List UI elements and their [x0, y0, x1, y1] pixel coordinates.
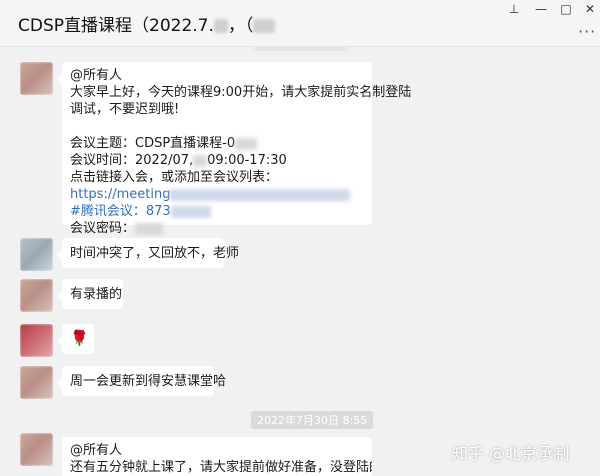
meeting-link[interactable]: https://meeting — [70, 187, 170, 202]
avatar[interactable] — [20, 279, 53, 312]
timestamp: 2022年7月30日 8:55 — [251, 411, 374, 429]
title-redaction-2 — [253, 19, 276, 33]
avatar[interactable] — [20, 433, 53, 466]
meeting-id-link[interactable]: #腾讯会议：873 — [70, 204, 171, 219]
close-button[interactable]: ✕ — [582, 2, 598, 16]
avatar[interactable] — [20, 366, 53, 399]
message-bubble[interactable]: @所有人 大家早上好，今天的课程9:00开始，请大家提前实名制登陆 调试，不要迟… — [57, 62, 411, 236]
message-bubble[interactable]: @所有人 还有五分钟就上课了，请大家提前做好准备，没登陆的同学 — [62, 437, 372, 476]
avatar[interactable] — [20, 62, 53, 95]
avatar[interactable] — [20, 238, 53, 271]
previous-message-edge — [253, 46, 348, 51]
chat-title: CDSP直播课程（2022.7. ，（ — [18, 11, 276, 36]
redaction — [193, 154, 208, 167]
message-bubble[interactable]: 周一会更新到得安慧课堂哈 — [57, 366, 226, 396]
more-options-icon[interactable]: ··· — [578, 22, 596, 41]
watermark: 知乎 @北京承制 — [452, 444, 570, 463]
message-bubble[interactable]: 时间冲突了，又回放不，老师 — [57, 238, 239, 268]
redaction — [235, 137, 258, 150]
message-bubble[interactable]: 🌹 — [57, 324, 94, 354]
rose-icon: 🌹 — [70, 329, 89, 347]
minimize-button[interactable]: — — [533, 2, 549, 16]
title-bar: CDSP直播课程（2022.7. ，（ ⊥ — □ ✕ ··· — [0, 0, 600, 47]
title-redaction — [213, 19, 228, 33]
redaction — [170, 188, 351, 201]
pin-icon[interactable]: ⊥ — [506, 2, 522, 16]
maximize-button[interactable]: □ — [558, 2, 574, 16]
avatar[interactable] — [20, 324, 53, 357]
redaction — [170, 205, 211, 218]
message-bubble[interactable]: 有录播的 — [57, 279, 123, 309]
redaction — [135, 222, 164, 235]
